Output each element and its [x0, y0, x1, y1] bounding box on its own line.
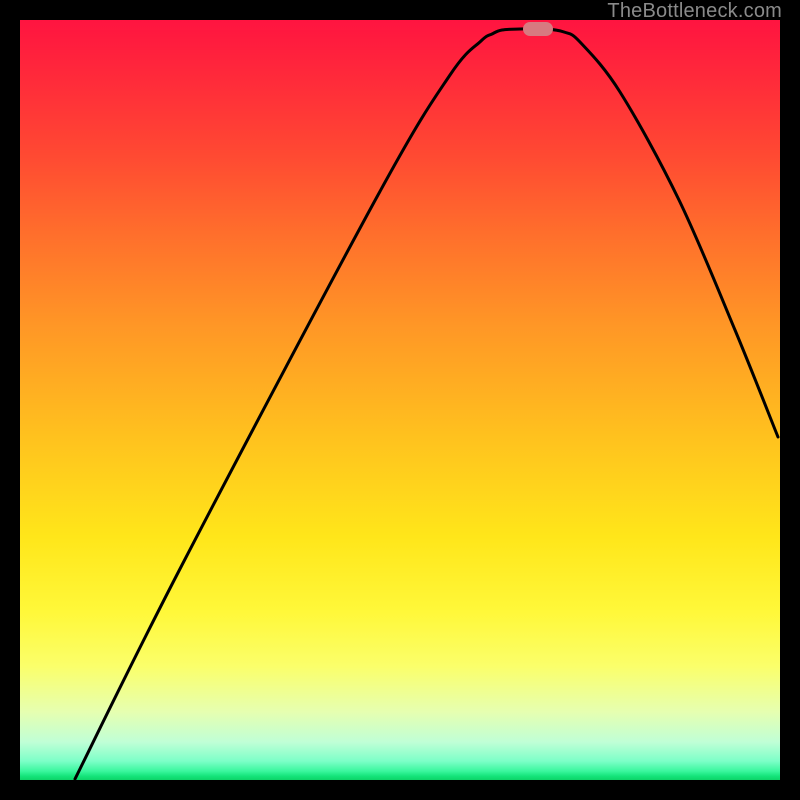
- bottleneck-curve: [20, 20, 780, 780]
- optimal-marker: [523, 22, 553, 36]
- curve-line: [75, 29, 778, 779]
- chart-frame: TheBottleneck.com: [0, 0, 800, 800]
- watermark-text: TheBottleneck.com: [607, 0, 782, 23]
